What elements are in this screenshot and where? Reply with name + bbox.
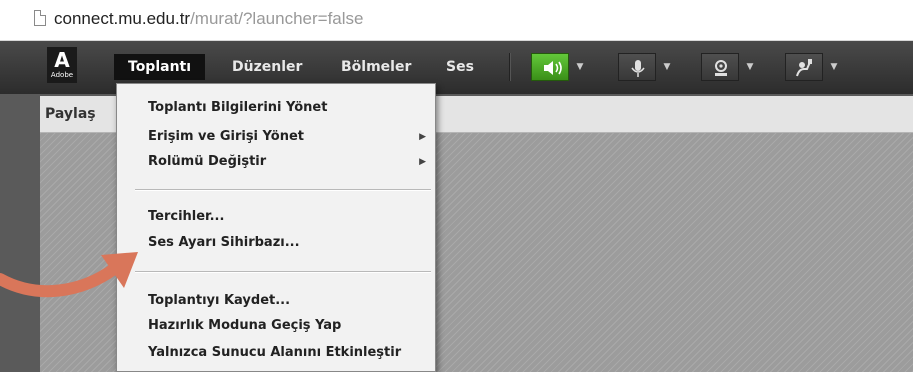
annotation-arrow-icon [0,252,138,298]
